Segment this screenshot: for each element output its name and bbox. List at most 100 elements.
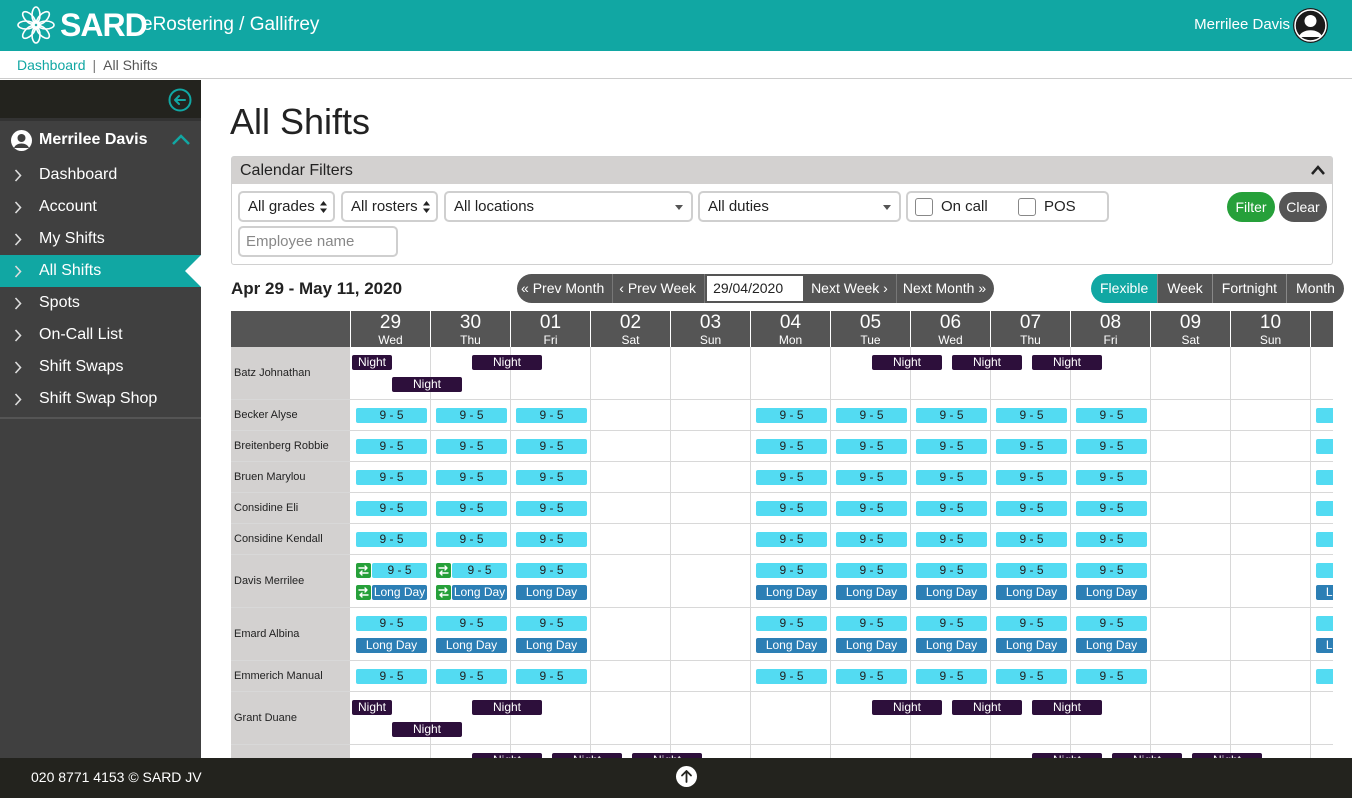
day-shift[interactable]: 9 - 5 bbox=[1076, 669, 1147, 684]
calendar-cell[interactable] bbox=[751, 692, 831, 744]
night-shift[interactable]: Night bbox=[872, 700, 942, 715]
sidebar-item-account[interactable]: Account bbox=[0, 191, 201, 223]
day-shift[interactable]: 9 - 5 bbox=[1076, 501, 1147, 516]
calendar-cell[interactable] bbox=[671, 608, 751, 660]
sidebar-item-my-shifts[interactable]: My Shifts bbox=[0, 223, 201, 255]
calendar-cell[interactable] bbox=[1231, 524, 1311, 554]
day-shift[interactable]: 9 - 5 bbox=[356, 408, 427, 423]
date-input[interactable]: 29/04/2020 bbox=[705, 274, 806, 303]
day-shift[interactable]: 9 - 5 bbox=[836, 532, 907, 547]
employee-name[interactable]: Bruen Marylou bbox=[231, 462, 351, 492]
calendar-cell[interactable] bbox=[1311, 692, 1333, 744]
calendar-cell[interactable] bbox=[351, 745, 431, 758]
calendar-cell[interactable] bbox=[671, 555, 751, 607]
swap-icon[interactable] bbox=[436, 563, 451, 578]
sidebar-item-on-call-list[interactable]: On-Call List bbox=[0, 319, 201, 351]
scroll-to-top-button[interactable] bbox=[676, 766, 697, 787]
night-shift[interactable]: Night bbox=[872, 355, 942, 370]
day-shift[interactable]: 9 - 5 bbox=[356, 470, 427, 485]
calendar-cell[interactable] bbox=[671, 400, 751, 430]
employee-name[interactable]: Emard Albina bbox=[231, 608, 351, 660]
sidebar-item-all-shifts[interactable]: All Shifts bbox=[0, 255, 201, 287]
user-avatar-icon[interactable] bbox=[1293, 8, 1328, 43]
calendar-cell[interactable] bbox=[1231, 661, 1311, 691]
long-day-shift[interactable]: Long Day bbox=[1316, 638, 1333, 653]
day-shift[interactable]: 9 - 5 bbox=[1316, 470, 1333, 485]
day-shift[interactable]: 9 - 5 bbox=[756, 470, 827, 485]
day-shift[interactable]: 9 - 5 bbox=[996, 532, 1067, 547]
calendar-cell[interactable] bbox=[591, 347, 671, 399]
chevron-up-icon[interactable] bbox=[171, 133, 191, 147]
duties-select[interactable]: All duties bbox=[698, 191, 901, 222]
long-day-shift[interactable]: Long Day bbox=[372, 585, 427, 600]
long-day-shift[interactable]: Long Day bbox=[1076, 585, 1147, 600]
calendar-cell[interactable] bbox=[671, 347, 751, 399]
day-shift[interactable]: 9 - 5 bbox=[516, 501, 587, 516]
day-shift[interactable]: 9 - 5 bbox=[996, 501, 1067, 516]
calendar-cell[interactable] bbox=[1151, 347, 1231, 399]
calendar-cell[interactable] bbox=[591, 431, 671, 461]
night-shift[interactable]: Night bbox=[392, 377, 462, 392]
night-shift[interactable]: Night bbox=[472, 700, 542, 715]
long-day-shift[interactable]: Long Day bbox=[836, 585, 907, 600]
day-shift[interactable]: 9 - 5 bbox=[916, 501, 987, 516]
calendar-cell[interactable] bbox=[591, 493, 671, 523]
calendar-cell[interactable] bbox=[1231, 555, 1311, 607]
calendar-cell[interactable] bbox=[591, 524, 671, 554]
night-shift[interactable]: Night bbox=[952, 700, 1022, 715]
calendar-cell[interactable] bbox=[1311, 745, 1333, 758]
employee-name[interactable]: Breitenberg Robbie bbox=[231, 431, 351, 461]
calendar-cell[interactable] bbox=[591, 608, 671, 660]
day-shift[interactable]: 9 - 5 bbox=[756, 669, 827, 684]
night-shift[interactable]: Night bbox=[952, 355, 1022, 370]
calendar-cell[interactable] bbox=[591, 555, 671, 607]
view-week-button[interactable]: Week bbox=[1158, 274, 1213, 303]
day-shift[interactable]: 9 - 5 bbox=[1076, 563, 1147, 578]
calendar-cell[interactable] bbox=[1231, 431, 1311, 461]
long-day-shift[interactable]: Long Day bbox=[516, 638, 587, 653]
filters-header[interactable]: Calendar Filters bbox=[232, 157, 1332, 184]
next-month-button[interactable]: Next Month » bbox=[896, 274, 995, 303]
employee-name[interactable]: Batz Johnathan bbox=[231, 347, 351, 399]
day-shift[interactable]: 9 - 5 bbox=[836, 439, 907, 454]
prev-week-button[interactable]: ‹ Prev Week bbox=[613, 274, 706, 303]
calendar-cell[interactable] bbox=[671, 692, 751, 744]
day-shift[interactable]: 9 - 5 bbox=[836, 616, 907, 631]
chevron-up-icon[interactable] bbox=[1310, 164, 1326, 176]
pos-checkbox[interactable] bbox=[1018, 198, 1036, 216]
collapse-sidebar-icon[interactable] bbox=[168, 88, 192, 112]
day-shift[interactable]: 9 - 5 bbox=[516, 470, 587, 485]
view-fortnight-button[interactable]: Fortnight bbox=[1212, 274, 1288, 303]
employee-name[interactable]: Considine Eli bbox=[231, 493, 351, 523]
grades-select[interactable]: All grades bbox=[238, 191, 335, 222]
long-day-shift[interactable]: Long Day bbox=[836, 638, 907, 653]
long-day-shift[interactable]: Long Day bbox=[756, 638, 827, 653]
sidebar-user[interactable]: Merrilee Davis bbox=[0, 121, 201, 159]
calendar-cell[interactable] bbox=[1151, 493, 1231, 523]
calendar-cell[interactable] bbox=[1311, 347, 1333, 399]
day-shift[interactable]: 9 - 5 bbox=[756, 501, 827, 516]
long-day-shift[interactable]: Long Day bbox=[1076, 638, 1147, 653]
day-shift[interactable]: 9 - 5 bbox=[356, 669, 427, 684]
long-day-shift[interactable]: Long Day bbox=[916, 585, 987, 600]
calendar-cell[interactable] bbox=[1151, 608, 1231, 660]
prev-month-button[interactable]: « Prev Month bbox=[517, 274, 614, 303]
day-shift[interactable]: 9 - 5 bbox=[356, 501, 427, 516]
day-shift[interactable]: 9 - 5 bbox=[756, 439, 827, 454]
day-shift[interactable]: 9 - 5 bbox=[436, 532, 507, 547]
sard-logo[interactable]: SARD bbox=[16, 5, 148, 45]
calendar-cell[interactable] bbox=[591, 462, 671, 492]
locations-select[interactable]: All locations bbox=[444, 191, 693, 222]
swap-icon[interactable] bbox=[356, 585, 371, 600]
calendar-cell[interactable] bbox=[1151, 555, 1231, 607]
day-shift[interactable]: 9 - 5 bbox=[916, 470, 987, 485]
sidebar-item-dashboard[interactable]: Dashboard bbox=[0, 159, 201, 191]
calendar-cell[interactable] bbox=[911, 745, 991, 758]
day-shift[interactable]: 9 - 5 bbox=[356, 616, 427, 631]
day-shift[interactable]: 9 - 5 bbox=[836, 470, 907, 485]
day-shift[interactable]: 9 - 5 bbox=[996, 470, 1067, 485]
calendar-cell[interactable] bbox=[671, 493, 751, 523]
long-day-shift[interactable]: Long Day bbox=[436, 638, 507, 653]
day-shift[interactable]: 9 - 5 bbox=[916, 408, 987, 423]
rosters-select[interactable]: All rosters bbox=[341, 191, 438, 222]
